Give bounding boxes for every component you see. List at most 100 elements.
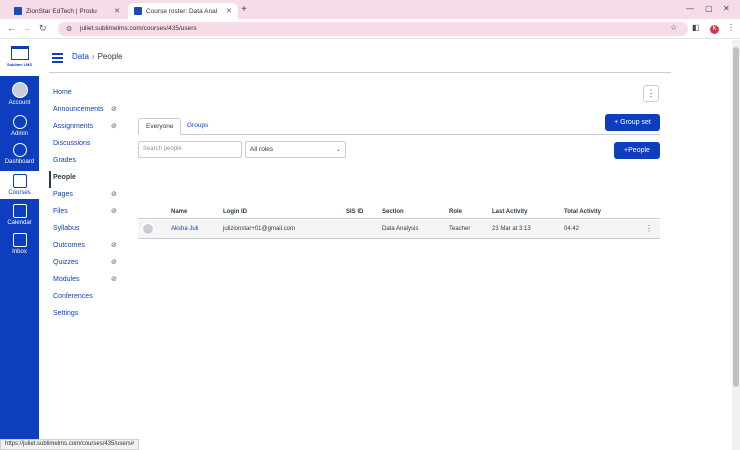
user-section: Data Analysis: [382, 226, 419, 232]
course-nav-outcomes[interactable]: Outcomes ⊘: [49, 239, 129, 256]
scrollbar-thumb[interactable]: [733, 47, 739, 387]
window-close-icon[interactable]: ✕: [723, 4, 730, 13]
column-header-sis-id: SIS ID: [346, 209, 364, 215]
course-nav-quizzes[interactable]: Quizzes ⊘: [49, 256, 129, 273]
course-nav-label: Announcements: [53, 106, 104, 113]
global-nav-courses[interactable]: Courses: [0, 171, 39, 199]
reload-icon[interactable]: ↻: [39, 23, 47, 34]
course-nav-label: Quizzes: [53, 259, 79, 266]
global-nav-label: Inbox: [12, 249, 27, 255]
browser-tab-zionstar[interactable]: ZionStar EdTech | Produ ✕: [8, 3, 126, 19]
link-status-bar: https://juliet.sublimelms.com/courses/43…: [0, 439, 140, 450]
favicon-icon: [134, 7, 142, 15]
course-nav-label: Outcomes: [53, 242, 85, 249]
page-options-kebab-icon[interactable]: ⋮: [643, 85, 659, 102]
global-nav-calendar[interactable]: Calendar: [0, 204, 39, 226]
browser-tab-title: Course roster: Data Anal: [146, 7, 218, 15]
column-header-total-activity: Total Activity: [564, 209, 602, 215]
breadcrumb-current: People: [97, 52, 123, 61]
site-info-icon[interactable]: ⚙: [66, 25, 72, 33]
calendar-icon: [12, 204, 27, 218]
back-icon[interactable]: ←: [7, 23, 16, 33]
course-nav-label: Discussions: [53, 140, 91, 147]
brand-logo[interactable]: Sublime LMS: [0, 40, 39, 76]
add-group-set-button[interactable]: + Group set: [605, 114, 660, 131]
profile-avatar[interactable]: K: [710, 25, 719, 34]
url-text: juliet.sublimelms.com/courses/435/users: [80, 25, 197, 32]
avatar[interactable]: [142, 223, 154, 235]
chevron-down-icon: ⌄: [335, 147, 341, 153]
address-bar-row: ← → ↻ ⚙ juliet.sublimelms.com/courses/43…: [0, 19, 740, 39]
course-nav-label: Pages: [53, 191, 73, 198]
breadcrumb-separator-icon: ›: [91, 52, 95, 61]
course-nav-files[interactable]: Files ⊘: [49, 205, 129, 222]
course-nav-label: Settings: [53, 310, 79, 317]
hidden-eye-icon: ⊘: [111, 208, 117, 215]
roles-select-value: All roles: [250, 146, 274, 153]
global-nav-dashboard[interactable]: Dashboard: [0, 143, 39, 165]
user-last-activity: 23 Mar at 3:13: [492, 226, 531, 232]
course-nav-pages[interactable]: Pages ⊘: [49, 188, 129, 205]
tab-groups[interactable]: Groups: [180, 118, 215, 135]
browser-tab-course-roster[interactable]: Course roster: Data Anal ✕: [128, 3, 238, 19]
browser-tab-title: ZionStar EdTech | Produ: [26, 7, 97, 15]
inbox-icon: [12, 233, 27, 247]
course-nav-modules[interactable]: Modules ⊘: [49, 273, 129, 290]
global-nav-label: Dashboard: [4, 159, 35, 165]
global-nav-admin[interactable]: Admin: [0, 115, 39, 137]
bookmark-star-icon[interactable]: ☆: [670, 23, 677, 32]
book-icon: [12, 174, 27, 188]
hidden-eye-icon: ⊘: [111, 276, 117, 283]
global-nav-label: Calendar: [7, 220, 32, 226]
course-nav-label: Conferences: [53, 293, 93, 300]
breadcrumb-course-link[interactable]: Data: [72, 52, 89, 61]
minimize-icon[interactable]: —: [686, 4, 694, 13]
shield-icon: [12, 115, 27, 129]
course-nav-conferences[interactable]: Conferences: [49, 290, 129, 307]
course-nav-syllabus[interactable]: Syllabus: [49, 222, 129, 239]
course-nav-assignments[interactable]: Assignments ⊘: [49, 120, 129, 137]
global-nav-inbox[interactable]: Inbox: [0, 233, 39, 255]
course-nav-discussions[interactable]: Discussions: [49, 137, 129, 154]
side-panel-icon[interactable]: ◧: [692, 23, 700, 32]
group-set-label: Group set: [620, 119, 651, 126]
plus-icon: +: [614, 119, 619, 126]
column-header-last-activity: Last Activity: [492, 209, 528, 215]
user-name-link[interactable]: Aksha Juli: [171, 226, 198, 232]
hamburger-menu-icon[interactable]: [52, 53, 63, 65]
course-nav-label: Home: [53, 89, 72, 96]
column-header-section: Section: [382, 209, 404, 215]
search-people-input[interactable]: Search people: [138, 141, 242, 158]
new-tab-icon[interactable]: +: [241, 4, 247, 15]
column-header-role: Role: [449, 209, 463, 215]
course-nav-settings[interactable]: Settings: [49, 307, 129, 324]
user-login-id: julizionstar+01@gmail.com: [223, 226, 295, 232]
close-tab-icon[interactable]: ✕: [226, 7, 232, 15]
maximize-icon[interactable]: ▢: [705, 4, 713, 13]
course-nav-label: Modules: [53, 276, 80, 283]
roster-table-header: Name Login ID SIS ID Section Role Last A…: [138, 208, 660, 219]
course-nav-label: Files: [53, 208, 68, 215]
browser-menu-icon[interactable]: ⋮: [727, 23, 735, 32]
course-nav-home[interactable]: Home: [49, 86, 129, 103]
url-field[interactable]: ⚙ juliet.sublimelms.com/courses/435/user…: [58, 22, 688, 36]
user-icon: [11, 82, 28, 98]
tab-everyone[interactable]: Everyone: [138, 118, 182, 135]
global-nav-account[interactable]: Account: [0, 82, 39, 106]
course-nav-grades[interactable]: Grades: [49, 154, 129, 171]
course-nav-label: Syllabus: [53, 225, 80, 232]
header-divider: [49, 72, 671, 73]
global-nav-label: Courses: [8, 190, 31, 196]
forward-icon[interactable]: →: [22, 23, 31, 33]
close-tab-icon[interactable]: ✕: [114, 7, 120, 15]
course-nav-people[interactable]: People: [49, 171, 129, 188]
add-people-button[interactable]: +People: [614, 142, 660, 159]
people-button-label: People: [628, 147, 650, 154]
row-options-kebab-icon[interactable]: ⋮: [645, 224, 653, 233]
logo-text: Sublime LMS: [6, 62, 33, 67]
course-nav-announcements[interactable]: Announcements ⊘: [49, 103, 129, 120]
hidden-eye-icon: ⊘: [111, 259, 117, 266]
roles-select[interactable]: All roles ⌄: [245, 141, 346, 158]
people-tabs: Everyone Groups: [138, 118, 660, 135]
logo-icon: [10, 46, 29, 60]
